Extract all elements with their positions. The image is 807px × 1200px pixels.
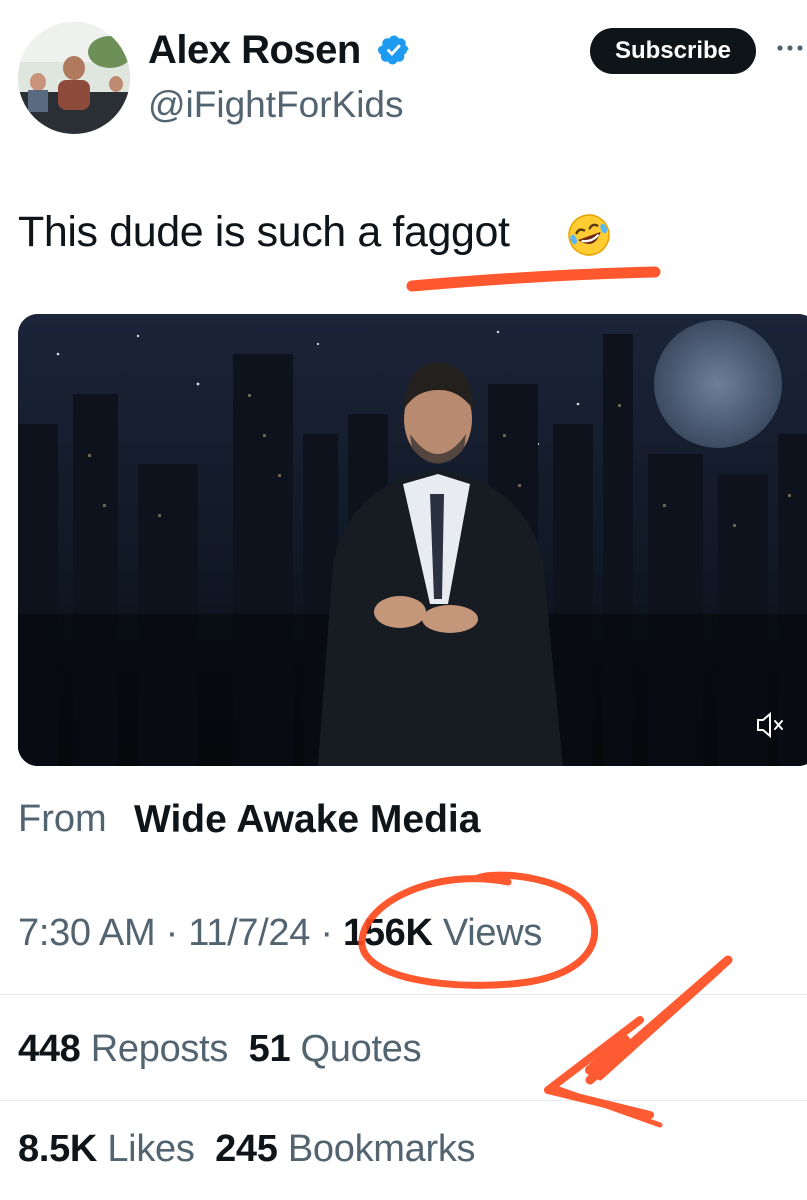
author-handle[interactable]: @iFightForKids <box>148 84 404 126</box>
reposts-label: Reposts <box>90 1028 229 1070</box>
author-name[interactable]: Alex Rosen <box>148 28 361 73</box>
tweet-date[interactable]: 11/7/24 <box>188 912 310 954</box>
reposts-count: 448 <box>18 1028 81 1070</box>
engagement-row-1: 448 Reposts 51 Quotes <box>18 1028 422 1071</box>
bookmarks-stat[interactable]: 245 Bookmarks <box>215 1128 475 1170</box>
annotation-arrow <box>530 940 770 1140</box>
video-player[interactable] <box>18 314 807 766</box>
quotes-count: 51 <box>248 1028 291 1070</box>
quotes-stat[interactable]: 51 Quotes <box>249 1028 422 1070</box>
subscribe-button[interactable]: Subscribe <box>590 28 756 74</box>
author-avatar[interactable] <box>18 22 130 134</box>
meta-separator: · <box>320 912 333 954</box>
source-link[interactable]: Wide Awake Media <box>134 798 480 842</box>
bookmarks-count: 245 <box>215 1128 278 1170</box>
tweet-time[interactable]: 7:30 AM <box>18 912 156 954</box>
engagement-row-2: 8.5K Likes 245 Bookmarks <box>18 1128 476 1171</box>
quotes-label: Quotes <box>300 1028 422 1070</box>
rolling-laughing-emoji-icon <box>566 212 612 258</box>
verified-badge-icon <box>377 33 411 67</box>
meta-separator: · <box>165 912 179 954</box>
annotation-underline <box>400 262 670 302</box>
tweet-text: This dude is such a faggot <box>18 208 510 256</box>
source-prefix: From <box>18 798 107 840</box>
likes-label: Likes <box>107 1128 195 1170</box>
likes-stat[interactable]: 8.5K Likes <box>18 1128 195 1170</box>
bookmarks-label: Bookmarks <box>287 1128 476 1170</box>
reposts-stat[interactable]: 448 Reposts <box>18 1028 228 1070</box>
likes-count: 8.5K <box>18 1128 98 1170</box>
more-horizontal-icon[interactable] <box>776 28 807 68</box>
speaker-muted-icon[interactable] <box>746 705 792 745</box>
